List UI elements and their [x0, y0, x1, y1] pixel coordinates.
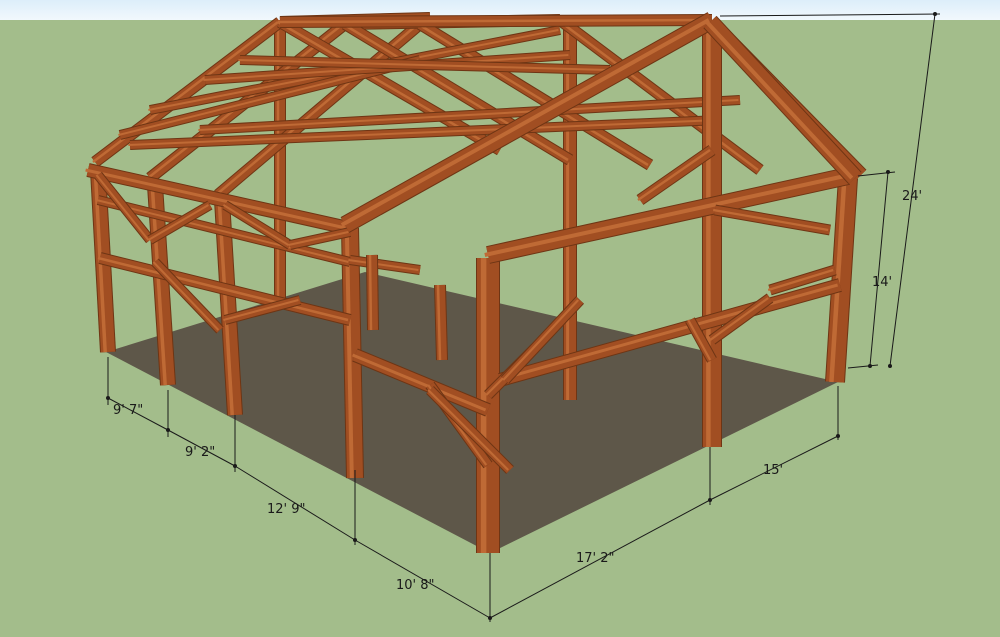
- dimension-tick: [886, 170, 890, 174]
- dimension-tick: [888, 364, 892, 368]
- dimension-tick: [933, 12, 937, 16]
- ridge-beam: [277, 14, 713, 28]
- post-back-right: [563, 20, 577, 400]
- modeling-viewport[interactable]: 9' 7" 9' 2" 12' 9" 10' 8" 17' 2" 15' 14'…: [0, 0, 1000, 637]
- post-interior-1: [434, 284, 448, 361]
- post-interior-2: [366, 254, 379, 331]
- dimension-tick: [836, 434, 840, 438]
- dimension-tick: [868, 364, 872, 368]
- dimension-tick: [488, 616, 492, 620]
- dimension-tick: [166, 428, 170, 432]
- dim-bay-1: 9' 7": [113, 403, 143, 418]
- dim-bay-3: 12' 9": [267, 502, 306, 517]
- dim-width-2: 15': [763, 463, 783, 478]
- dim-width-1: 17' 2": [576, 551, 615, 566]
- dim-bay-4: 10' 8": [396, 578, 435, 593]
- dim-ridge-height: 24': [902, 189, 922, 204]
- dim-eave-height: 14': [872, 275, 892, 290]
- timber-frame-model[interactable]: 9' 7" 9' 2" 12' 9" 10' 8" 17' 2" 15' 14'…: [0, 0, 1000, 637]
- dimension-tick: [106, 396, 110, 400]
- dimension-tick: [353, 538, 357, 542]
- dim-bay-2: 9' 2": [185, 445, 215, 460]
- post-front-right: [702, 25, 722, 447]
- dimension-tick: [233, 464, 237, 468]
- dimension-tick: [708, 498, 712, 502]
